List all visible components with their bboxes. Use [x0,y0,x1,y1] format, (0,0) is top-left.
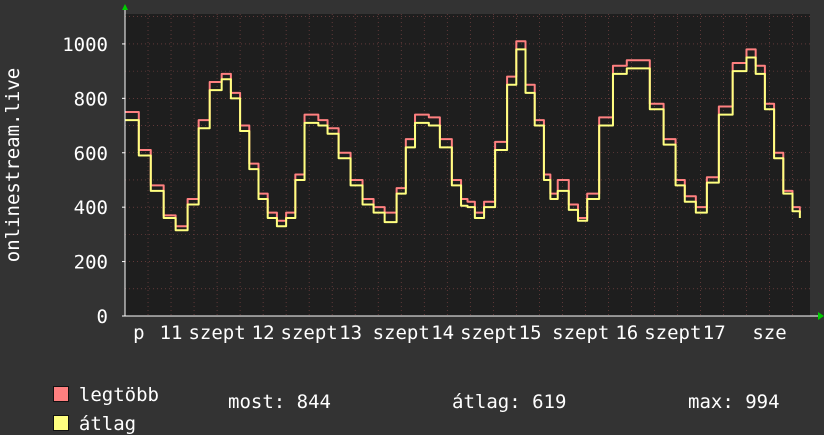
x-tick-label: szept [281,322,338,344]
line-chart: 02004006008001000 p 11 szept 12 szept 13 szept… [2,4,824,344]
x-tick-label: 13 [339,322,362,344]
x-tick-label: p [133,322,144,344]
stat-atlag: átlag: 619 [452,391,567,413]
x-tick-label: 12 [252,322,275,344]
x-tick-label: 11 [160,322,183,344]
x-tick-label: 17 [703,322,726,344]
y-tick-label: 0 [97,306,108,328]
x-tick-label: 14 [431,322,454,344]
x-tick-label: 16 [615,322,638,344]
y-tick-label: 800 [74,88,108,110]
y-axis-ticks: 0 200 400 600 800 1000 [62,34,125,328]
y-tick-label: 600 [74,143,108,165]
x-tick-label: szept [188,322,245,344]
x-tick-label: szept [552,322,609,344]
legend-item-atlag: átlag [30,391,136,435]
stat-max: max: 994 [688,391,780,413]
x-tick-label: 15 [519,322,542,344]
y-tick-label: 1000 [62,34,108,56]
x-tick-label: szept [644,322,701,344]
y-axis-arrow [122,4,128,10]
x-axis-ticks: p 11 szept 12 szept 13 szept 14 szept 15 szept 16 sz… [133,322,787,344]
x-axis-arrow [818,312,824,320]
y-tick-label: 400 [74,197,108,219]
legend-label: átlag [78,413,137,435]
y-tick-label: 200 [74,252,108,274]
plot-area [125,14,810,316]
legend-swatch [52,414,69,431]
x-tick-label: szept [373,322,430,344]
y-axis-label: onlinestream.live [2,68,24,262]
stat-most: most: 844 [228,391,331,413]
x-tick-label: szept [460,322,517,344]
x-tick-label: sze [752,322,786,344]
